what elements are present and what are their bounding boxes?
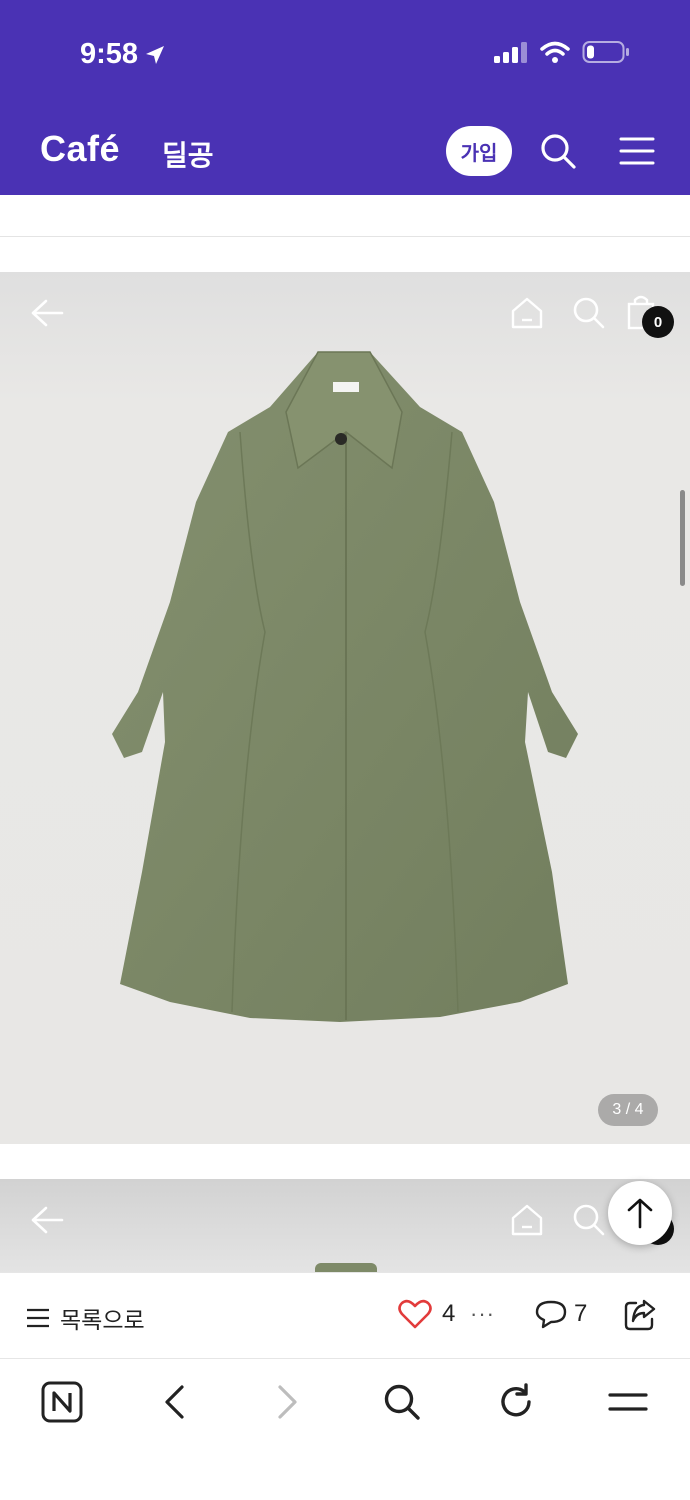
divider: [0, 236, 690, 237]
arrow-up-icon: [627, 1198, 653, 1229]
status-time-text: 9:58: [80, 38, 139, 70]
naver-n-icon: [41, 1381, 83, 1423]
back-arrow-icon[interactable]: [30, 298, 64, 328]
cart-count-badge: 0: [642, 306, 674, 338]
home-icon[interactable]: [510, 296, 544, 330]
post-action-bar: 목록으로 4 ··· 7: [0, 1272, 690, 1359]
wifi-icon: [540, 41, 570, 63]
browser-back-button[interactable]: [152, 1380, 196, 1424]
comment-count: 7: [574, 1300, 588, 1327]
image-page-indicator: 3 / 4: [598, 1094, 658, 1126]
browser-forward-button[interactable]: [266, 1380, 310, 1424]
home-icon[interactable]: [510, 1203, 544, 1237]
back-to-list-button[interactable]: 목록으로: [26, 1301, 145, 1335]
more-options-button[interactable]: ···: [470, 1301, 495, 1327]
app-header: 9:58 Café 딜공 가입: [0, 0, 690, 195]
status-indicators: [494, 40, 630, 64]
refresh-icon: [501, 1383, 531, 1417]
back-arrow-icon[interactable]: [30, 1205, 64, 1235]
comments-button[interactable]: 7: [534, 1299, 587, 1329]
like-button[interactable]: 4: [398, 1299, 455, 1329]
coat-image: [112, 351, 578, 1022]
share-icon[interactable]: [622, 1297, 658, 1333]
browser-toolbar: [0, 1360, 690, 1500]
page: 9:58 Café 딜공 가입 3 / 4 0 목록으로 4 ··· 7: [0, 0, 690, 1500]
join-button[interactable]: 가입: [446, 126, 512, 176]
heart-icon: [398, 1299, 432, 1329]
search-icon[interactable]: [572, 1203, 606, 1237]
scroll-to-top-button[interactable]: [608, 1181, 672, 1245]
scrollbar[interactable]: [680, 490, 685, 586]
product-image-gallery[interactable]: 3 / 4: [0, 272, 690, 1144]
brand-logo[interactable]: Café: [40, 128, 120, 170]
battery-icon: [582, 41, 629, 63]
cafe-name[interactable]: 딜공: [162, 134, 214, 174]
product-image-gallery-next[interactable]: [0, 1179, 690, 1274]
chevron-left-icon: [165, 1385, 184, 1419]
search-icon: [384, 1384, 420, 1420]
list-icon: [27, 1308, 49, 1328]
menu-icon: [608, 1393, 648, 1411]
browser-search-button[interactable]: [380, 1380, 424, 1424]
signal-icon: [494, 42, 527, 63]
search-icon[interactable]: [538, 131, 578, 171]
status-time: 9:58: [80, 38, 166, 71]
search-icon[interactable]: [572, 296, 606, 330]
naver-home-button[interactable]: [40, 1380, 84, 1424]
comment-bubble-icon: [535, 1300, 567, 1329]
like-count: 4: [442, 1300, 456, 1327]
browser-refresh-button[interactable]: [494, 1380, 538, 1424]
browser-menu-button[interactable]: [606, 1380, 650, 1424]
location-arrow-icon: [146, 45, 165, 64]
chevron-right-icon: [278, 1385, 297, 1419]
menu-icon[interactable]: [618, 134, 656, 168]
back-to-list-label: 목록으로: [60, 1307, 145, 1333]
